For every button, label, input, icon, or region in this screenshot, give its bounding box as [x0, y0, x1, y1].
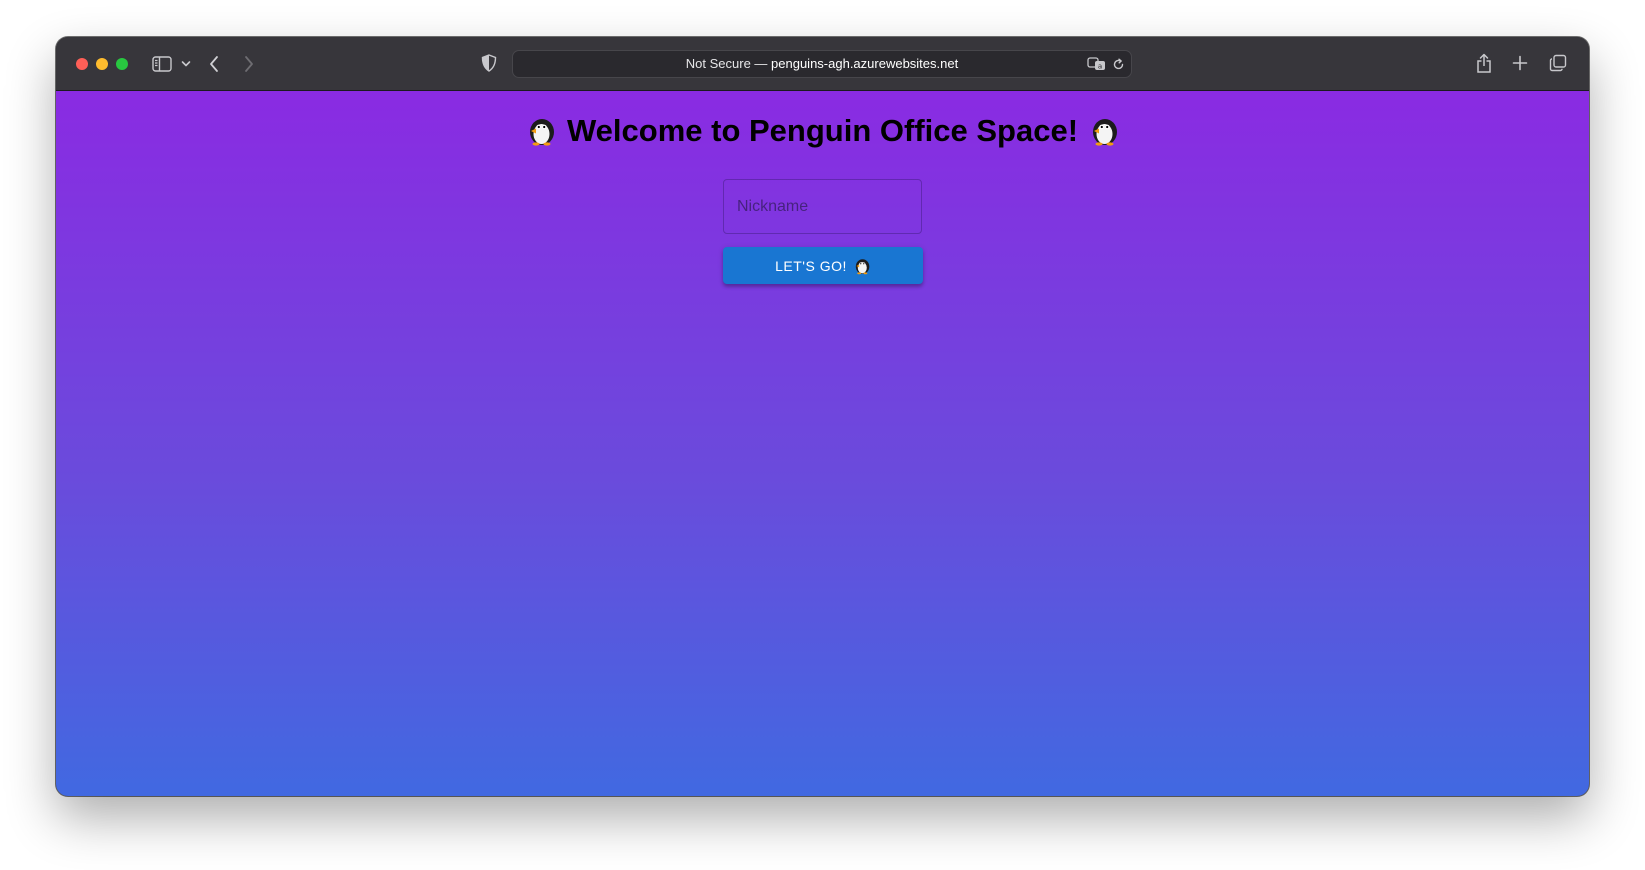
svg-text:a: a	[1098, 63, 1102, 71]
address-bar[interactable]: Not Secure — penguins-agh.azurewebsites.…	[512, 50, 1132, 78]
lets-go-label: LET'S GO!	[775, 257, 847, 274]
share-icon[interactable]	[1475, 51, 1493, 75]
penguin-icon	[1088, 115, 1120, 147]
address-security-label: Not Secure —	[685, 56, 772, 71]
minimize-window-button[interactable]	[96, 58, 108, 70]
browser-window: Not Secure — penguins-agh.azurewebsites.…	[56, 37, 1589, 796]
reload-icon[interactable]	[1111, 57, 1125, 71]
penguin-icon	[525, 115, 557, 147]
address-domain: penguins-agh.azurewebsites.net	[771, 56, 959, 71]
maximize-window-button[interactable]	[116, 58, 128, 70]
page-title: Welcome to Penguin Office Space!	[56, 111, 1589, 149]
page-title-text: Welcome to Penguin Office Space!	[566, 112, 1079, 148]
address-text[interactable]: Not Secure — penguins-agh.azurewebsites.…	[513, 56, 1131, 71]
nickname-input[interactable]	[723, 179, 922, 234]
browser-toolbar: Not Secure — penguins-agh.azurewebsites.…	[56, 37, 1589, 91]
back-arrow-icon[interactable]	[206, 54, 222, 74]
plus-icon[interactable]	[1511, 54, 1529, 72]
penguin-icon	[853, 257, 871, 275]
lets-go-button[interactable]: LET'S GO!	[723, 247, 923, 284]
page-content: Welcome to Penguin Office Space! LET'S G…	[56, 91, 1589, 796]
shield-icon[interactable]	[480, 53, 498, 73]
sidebar-icon[interactable]	[151, 53, 173, 75]
close-window-button[interactable]	[76, 58, 88, 70]
tabs-overview-icon[interactable]	[1548, 53, 1568, 73]
translate-icon[interactable]: a	[1087, 57, 1107, 71]
forward-arrow-icon[interactable]	[241, 54, 257, 74]
chevron-down-icon[interactable]	[180, 58, 192, 70]
